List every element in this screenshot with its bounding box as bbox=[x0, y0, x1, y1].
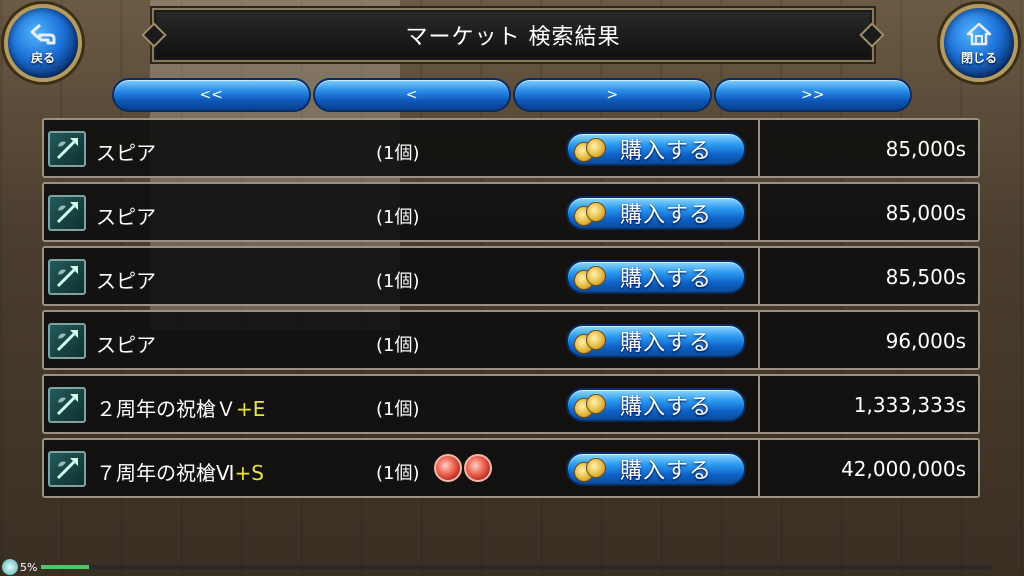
spear-icon bbox=[48, 451, 86, 487]
coin-icon bbox=[574, 456, 608, 482]
item-quantity: (1個) bbox=[376, 207, 420, 228]
item-quantity: (1個) bbox=[376, 143, 420, 164]
result-row: ２周年の祝槍Ｖ+E (1個) 購入する 1,333,333s bbox=[42, 374, 980, 434]
close-label: 閉じる bbox=[960, 50, 997, 65]
red-gem-icon bbox=[464, 454, 492, 482]
buy-button[interactable]: 購入する bbox=[566, 196, 746, 230]
buy-button[interactable]: 購入する bbox=[566, 388, 746, 422]
item-price: 42,000,000s bbox=[841, 457, 966, 481]
status-text: 5% bbox=[20, 560, 38, 574]
result-row: スピア (1個) 購入する 85,000s bbox=[42, 118, 980, 178]
title-bar: マーケット 検索結果 bbox=[152, 8, 874, 62]
item-price: 85,000s bbox=[885, 137, 966, 161]
divider bbox=[758, 184, 760, 240]
red-gem-icon bbox=[434, 454, 462, 482]
coin-icon bbox=[574, 136, 608, 162]
item-name: ７周年の祝槍Ⅵ+S bbox=[96, 461, 264, 485]
item-quantity: (1個) bbox=[376, 399, 420, 420]
next-page-button[interactable]: > bbox=[513, 78, 712, 112]
divider bbox=[758, 312, 760, 368]
item-name: スピア bbox=[96, 205, 156, 229]
spear-icon bbox=[48, 259, 86, 295]
buy-button[interactable]: 購入する bbox=[566, 132, 746, 166]
close-button[interactable]: 閉じる bbox=[940, 4, 1018, 82]
progress-track bbox=[41, 565, 992, 569]
gem-slots bbox=[434, 454, 492, 482]
buy-button[interactable]: 購入する bbox=[566, 324, 746, 358]
buy-label: 購入する bbox=[620, 331, 713, 356]
result-row: スピア (1個) 購入する 85,500s bbox=[42, 246, 980, 306]
result-list: スピア (1個) 購入する 85,000s スピア (1個) 購入する 85,0… bbox=[42, 118, 980, 508]
result-row: スピア (1個) 購入する 96,000s bbox=[42, 310, 980, 370]
item-name: ２周年の祝槍Ｖ+E bbox=[96, 397, 266, 421]
coin-icon bbox=[574, 392, 608, 418]
coin-icon bbox=[574, 200, 608, 226]
back-button[interactable]: 戻る bbox=[4, 4, 82, 82]
divider bbox=[758, 120, 760, 176]
buy-button[interactable]: 購入する bbox=[566, 260, 746, 294]
pager: << < > >> bbox=[112, 78, 912, 114]
first-page-button[interactable]: << bbox=[112, 78, 311, 112]
spear-icon bbox=[48, 195, 86, 231]
last-page-button[interactable]: >> bbox=[713, 78, 912, 112]
divider bbox=[758, 376, 760, 432]
item-price: 85,500s bbox=[885, 265, 966, 289]
result-row: スピア (1個) 購入する 85,000s bbox=[42, 182, 980, 242]
sync-icon bbox=[2, 559, 18, 575]
coin-icon bbox=[574, 328, 608, 354]
prev-page-button[interactable]: < bbox=[312, 78, 511, 112]
buy-label: 購入する bbox=[620, 203, 713, 228]
back-arrow-icon bbox=[30, 23, 56, 44]
result-row: ７周年の祝槍Ⅵ+S (1個) 購入する 42,000,000s bbox=[42, 438, 980, 498]
buy-label: 購入する bbox=[620, 459, 713, 484]
item-quantity: (1個) bbox=[376, 463, 420, 484]
item-name: スピア bbox=[96, 141, 156, 165]
status-bar: 5% bbox=[0, 558, 1024, 576]
page-title: マーケット 検索結果 bbox=[405, 25, 621, 50]
divider bbox=[758, 248, 760, 304]
buy-label: 購入する bbox=[620, 139, 713, 164]
buy-button[interactable]: 購入する bbox=[566, 452, 746, 486]
buy-label: 購入する bbox=[620, 267, 713, 292]
item-quantity: (1個) bbox=[376, 335, 420, 356]
spear-icon bbox=[48, 323, 86, 359]
spear-icon bbox=[48, 387, 86, 423]
item-name: スピア bbox=[96, 269, 156, 293]
buy-label: 購入する bbox=[620, 395, 713, 420]
item-price: 1,333,333s bbox=[853, 393, 966, 417]
item-price: 96,000s bbox=[885, 329, 966, 353]
spear-icon bbox=[48, 131, 86, 167]
progress-fill bbox=[41, 565, 89, 569]
back-label: 戻る bbox=[30, 50, 55, 65]
coin-icon bbox=[574, 264, 608, 290]
divider bbox=[758, 440, 760, 496]
item-quantity: (1個) bbox=[376, 271, 420, 292]
item-name: スピア bbox=[96, 333, 156, 357]
item-price: 85,000s bbox=[885, 201, 966, 225]
home-icon bbox=[966, 22, 992, 45]
